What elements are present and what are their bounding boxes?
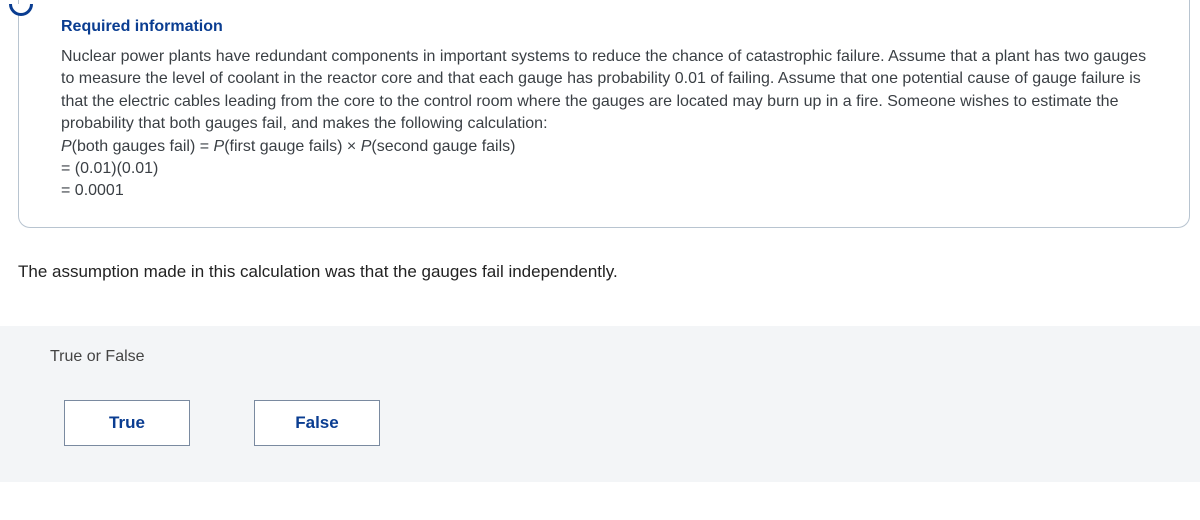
answer-prompt: True or False [50,348,1150,366]
required-info-box: Required information Nuclear power plant… [18,0,1190,228]
button-row: True False [50,400,1150,446]
eq-p3: P [361,138,372,155]
true-button[interactable]: True [64,400,190,446]
false-button[interactable]: False [254,400,380,446]
question-statement: The assumption made in this calculation … [10,262,1200,282]
eq-t2: (first gauge fails) × [224,138,361,155]
info-paragraph: Nuclear power plants have redundant comp… [61,48,1146,132]
eq-p2: P [214,138,225,155]
eq-p1: P [61,138,72,155]
answer-area: True or False True False [0,326,1200,482]
eq-line3: = 0.0001 [61,182,124,199]
eq-t3: (second gauge fails) [371,138,515,155]
info-body: Nuclear power plants have redundant comp… [61,46,1147,203]
eq-t1: (both gauges fail) = [72,138,214,155]
eq-line2: = (0.01)(0.01) [61,160,158,177]
info-title: Required information [61,18,1147,36]
